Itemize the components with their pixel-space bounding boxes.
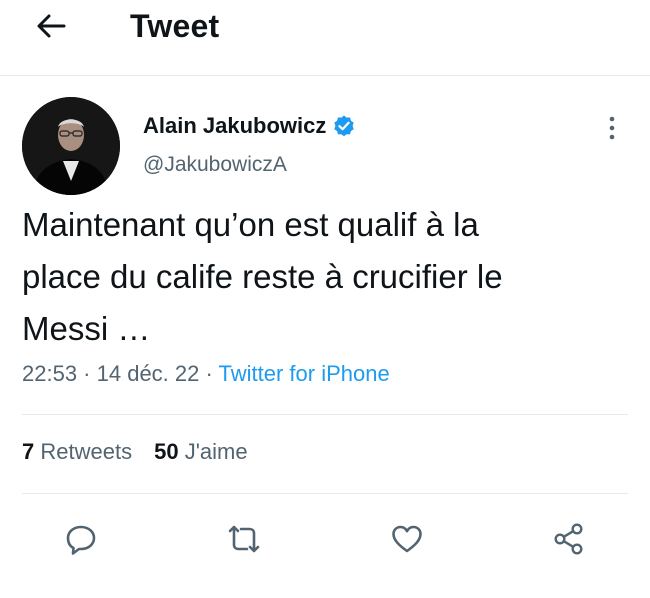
page-title: Tweet (130, 8, 220, 44)
retweets-stat[interactable]: 7 Retweets (22, 439, 132, 464)
tweet-stats: 7 Retweets 50 J'aime (22, 439, 248, 465)
divider (22, 414, 628, 415)
retweet-icon (228, 525, 260, 553)
tweet-meta: 22:53 · 14 déc. 22 · Twitter for iPhone (22, 361, 390, 387)
retweets-label: Retweets (40, 439, 133, 464)
likes-label: J'aime (184, 439, 248, 464)
tweet-date[interactable]: 14 déc. 22 (97, 361, 200, 386)
reply-button[interactable] (61, 519, 101, 559)
likes-count: 50 (154, 439, 179, 464)
more-options-button[interactable] (600, 113, 624, 143)
tweet-text-line: Maintenant qu’on est qualif à la (22, 206, 479, 243)
divider (22, 493, 628, 494)
likes-stat[interactable]: 50 J'aime (154, 439, 248, 464)
top-bar: Tweet (0, 0, 650, 76)
verified-badge-icon (332, 114, 356, 138)
avatar[interactable] (22, 97, 120, 195)
author-name-text: Alain Jakubowicz (143, 113, 327, 138)
reply-icon (66, 525, 96, 555)
back-button[interactable] (30, 8, 72, 44)
tweet-text-line: place du calife reste à crucifier le (22, 258, 503, 295)
share-button[interactable] (549, 519, 589, 559)
author-name[interactable]: Alain Jakubowicz (143, 113, 356, 139)
tweet-text-line: Messi … (22, 310, 151, 347)
share-icon (554, 523, 583, 555)
more-vertical-icon (609, 116, 615, 140)
like-icon (392, 525, 422, 553)
author-handle[interactable]: @JakubowiczA (143, 153, 287, 177)
like-button[interactable] (387, 519, 427, 559)
tweet-time[interactable]: 22:53 (22, 361, 77, 386)
arrow-left-icon (37, 14, 66, 38)
profile-photo (22, 97, 120, 195)
retweet-button[interactable] (224, 519, 264, 559)
tweet-source-link[interactable]: Twitter for iPhone (219, 361, 390, 386)
retweets-count: 7 (22, 439, 35, 464)
meta-separator: · (199, 361, 219, 386)
meta-separator: · (77, 361, 97, 386)
action-bar (0, 515, 650, 565)
header-divider (0, 75, 650, 76)
tweet-text: Maintenant qu’on est qualif à la place d… (22, 199, 632, 355)
